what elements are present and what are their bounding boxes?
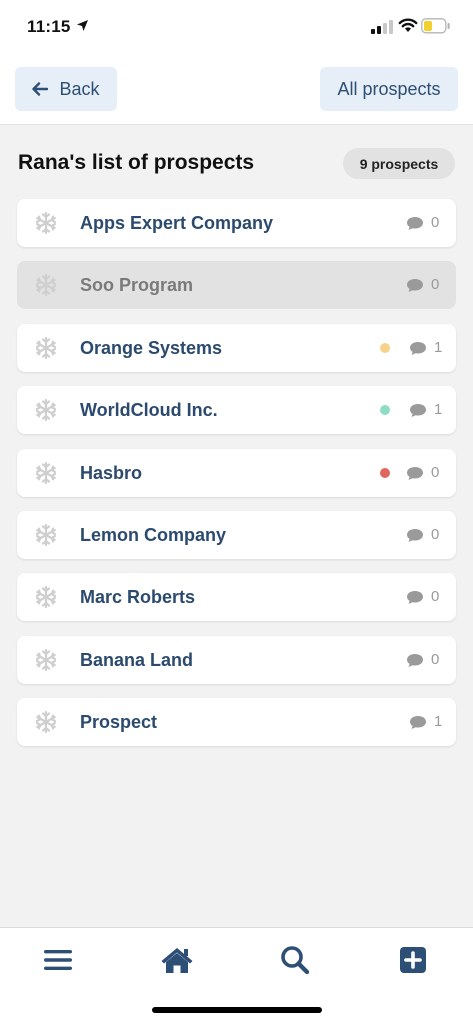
comment-icon — [406, 466, 424, 481]
prospect-list: Apps Expert Company 0 Soo Program 0 Orange S… — [17, 199, 456, 761]
prospect-row[interactable]: Lemon Company 0 — [17, 510, 456, 559]
prospect-row[interactable]: WorldCloud Inc. 1 — [17, 386, 456, 435]
comment-count: 1 — [434, 401, 443, 419]
prospects-screen: 11:15 Back All prospects Rana's list of … — [0, 0, 473, 1024]
battery-low-icon — [421, 18, 451, 39]
menu-icon[interactable] — [41, 943, 75, 977]
top-navigation: Back All prospects — [0, 58, 473, 125]
comment-icon — [409, 403, 427, 418]
prospect-row[interactable]: Banana Land 0 — [17, 635, 456, 684]
comment-icon — [406, 216, 424, 231]
arrow-left-icon — [32, 82, 49, 96]
page-title: Rana's list of prospects — [18, 151, 255, 174]
snowflake-icon — [35, 399, 57, 422]
comment-count: 0 — [431, 525, 440, 543]
location-arrow-icon — [76, 19, 89, 37]
back-button-label: Back — [59, 78, 100, 99]
back-button[interactable]: Back — [15, 67, 117, 111]
wifi-icon — [398, 17, 418, 38]
prospect-row[interactable]: Hasbro 0 — [17, 448, 456, 497]
status-bar: 11:15 — [0, 0, 473, 58]
comment-icon — [406, 590, 424, 605]
status-dot — [380, 342, 390, 353]
comment-count: 0 — [431, 214, 440, 231]
comment-count: 0 — [431, 650, 440, 668]
status-dot — [380, 467, 390, 478]
snowflake-icon — [35, 648, 57, 671]
snowflake-icon — [35, 461, 57, 484]
comment-icon — [406, 278, 424, 293]
add-square-icon[interactable] — [396, 943, 430, 977]
prospect-row[interactable]: Marc Roberts 0 — [17, 573, 456, 622]
prospect-name: Lemon Company — [80, 524, 227, 545]
prospect-name: WorldCloud Inc. — [80, 400, 218, 421]
snowflake-icon — [35, 586, 57, 609]
prospect-name: Marc Roberts — [80, 587, 196, 608]
prospect-row[interactable]: Orange Systems 1 — [17, 323, 456, 372]
comment-icon — [406, 653, 424, 668]
prospect-name: Apps Expert Company — [80, 213, 274, 233]
comment-icon — [406, 528, 424, 543]
snowflake-icon — [35, 523, 57, 547]
prospect-row[interactable]: Apps Expert Company 0 — [17, 199, 456, 247]
prospect-name: Prospect — [80, 712, 158, 733]
status-dot — [380, 405, 390, 416]
comment-count: 0 — [431, 463, 440, 481]
home-indicator — [152, 1007, 322, 1013]
snowflake-icon — [35, 711, 57, 734]
prospect-name: Orange Systems — [80, 337, 223, 358]
snowflake-icon — [35, 336, 57, 359]
snowflake-icon — [35, 274, 57, 297]
comment-icon — [409, 715, 427, 730]
prospect-row[interactable]: Soo Program 0 — [17, 261, 456, 310]
prospect-count-badge: 9 prospects — [343, 148, 455, 179]
cellular-signal-icon — [371, 20, 393, 39]
snowflake-icon — [35, 211, 57, 235]
comment-count: 1 — [434, 713, 443, 731]
home-icon[interactable] — [160, 943, 194, 977]
status-time: 11:15 — [27, 17, 71, 36]
comment-count: 0 — [431, 588, 440, 606]
prospect-name: Hasbro — [80, 462, 143, 483]
prospect-name: Soo Program — [80, 275, 194, 296]
all-prospects-button[interactable]: All prospects — [320, 67, 458, 111]
prospect-row[interactable]: Prospect 1 — [17, 698, 456, 747]
comment-icon — [409, 341, 427, 356]
comment-count: 0 — [431, 276, 440, 294]
prospect-name: Banana Land — [80, 649, 194, 670]
search-icon[interactable] — [278, 943, 312, 977]
comment-count: 1 — [434, 338, 443, 356]
